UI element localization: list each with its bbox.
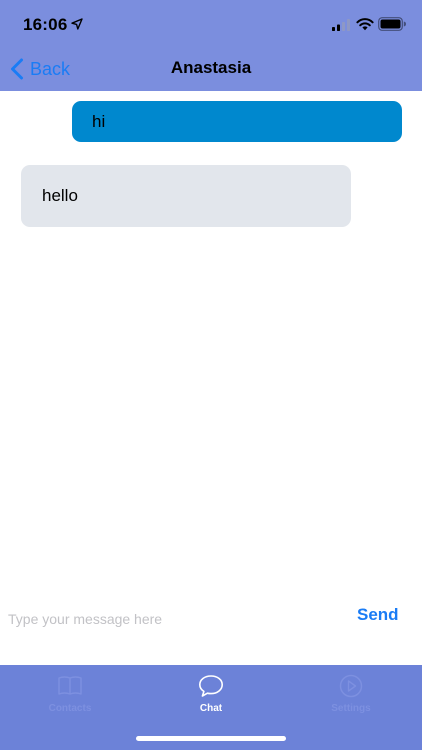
tab-label: Settings	[331, 703, 371, 714]
message-input[interactable]	[8, 606, 328, 632]
message-text: hello	[42, 186, 78, 205]
message-bubble-incoming: hello	[21, 165, 351, 227]
tab-label: Contacts	[48, 703, 92, 714]
play-circle-icon	[339, 674, 363, 698]
signal-icon	[332, 19, 350, 31]
battery-icon	[378, 17, 406, 31]
nav-bar: Back Anastasia	[0, 48, 422, 91]
tab-settings[interactable]: Settings	[281, 673, 421, 721]
home-indicator[interactable]	[136, 736, 286, 741]
chat-bubble-icon	[199, 675, 223, 697]
header: 16:06 Back Anastasia	[0, 0, 422, 91]
status-bar: 16:06	[0, 0, 422, 48]
message-text: hi	[92, 111, 106, 131]
tab-chat[interactable]: Chat	[141, 673, 281, 721]
message-list[interactable]: hi hello	[0, 91, 422, 591]
message-composer: Send	[0, 598, 422, 638]
tab-label: Chat	[199, 703, 223, 714]
wifi-icon	[356, 18, 374, 31]
location-arrow-icon	[71, 18, 83, 30]
status-time: 16:06	[23, 15, 68, 34]
tab-contacts[interactable]: Contacts	[0, 673, 140, 721]
book-icon	[58, 676, 82, 695]
send-button[interactable]: Send	[357, 605, 399, 625]
page-title: Anastasia	[170, 58, 252, 77]
message-bubble-outgoing: hi	[72, 101, 402, 142]
